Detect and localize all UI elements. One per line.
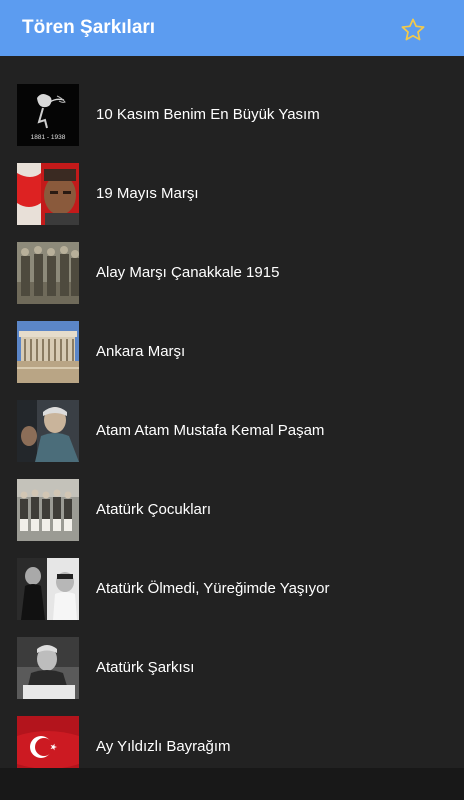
song-title: Atam Atam Mustafa Kemal Paşam [96, 422, 325, 439]
page-title: Tören Şarkıları [22, 17, 156, 38]
app-bar: Tören Şarkıları [0, 0, 464, 56]
song-list: 1881 - 1938 10 Kasım Benim En Büyük Yası… [0, 56, 464, 768]
bottom-bar [0, 768, 464, 800]
song-title: Atatürk Şarkısı [96, 659, 195, 676]
list-item[interactable]: Atatürk Çocukları [0, 451, 464, 541]
list-item[interactable]: Atam Atam Mustafa Kemal Paşam [0, 372, 464, 462]
song-title: Alay Marşı Çanakkale 1915 [96, 264, 280, 281]
star-outline-icon [401, 18, 425, 41]
favorites-button[interactable] [400, 17, 426, 43]
list-item[interactable]: Atatürk Ölmedi, Yüreğimde Yaşıyor [0, 530, 464, 620]
song-title: Ay Yıldızlı Bayrağım [96, 738, 231, 755]
song-title: Ankara Marşı [96, 343, 186, 360]
song-thumbnail [17, 716, 79, 768]
song-title: 19 Mayıs Marşı [96, 185, 199, 202]
list-item[interactable]: Ankara Marşı [0, 293, 464, 383]
list-item[interactable]: Ay Yıldızlı Bayrağım [0, 688, 464, 768]
list-item[interactable]: Alay Marşı Çanakkale 1915 [0, 214, 464, 304]
song-title: Atatürk Ölmedi, Yüreğimde Yaşıyor [96, 580, 330, 597]
list-item[interactable]: 19 Mayıs Marşı [0, 135, 464, 225]
list-item[interactable]: 1881 - 1938 10 Kasım Benim En Büyük Yası… [0, 56, 464, 146]
song-title: Atatürk Çocukları [96, 501, 212, 518]
list-item[interactable]: Atatürk Şarkısı [0, 609, 464, 699]
song-title: 10 Kasım Benim En Büyük Yasım [96, 106, 320, 123]
